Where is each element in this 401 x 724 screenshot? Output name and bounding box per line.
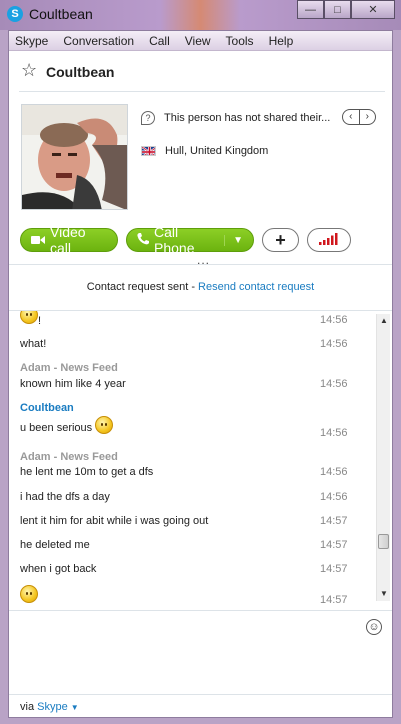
- video-call-button[interactable]: Video call: [20, 224, 118, 256]
- message-input[interactable]: ☺: [9, 610, 392, 693]
- plus-icon: +: [275, 230, 286, 250]
- next-button[interactable]: ›: [360, 110, 376, 124]
- chat-message: what!: [20, 338, 47, 350]
- contact-name: Coultbean: [46, 64, 115, 80]
- menu-view[interactable]: View: [185, 34, 211, 48]
- call-phone-button[interactable]: Call Phone ▼: [126, 224, 254, 256]
- emoticon-picker-icon[interactable]: ☺: [366, 619, 382, 635]
- menu-skype[interactable]: Skype: [15, 34, 48, 48]
- message-time: 14:56: [320, 338, 348, 350]
- chat-message: he lent me 10m to get a dfs: [20, 466, 154, 478]
- menu-bar: Skype Conversation Call View Tools Help: [9, 31, 392, 51]
- video-camera-icon: [31, 233, 45, 248]
- sad-emoji-icon: [20, 585, 38, 603]
- menu-tools[interactable]: Tools: [226, 34, 254, 48]
- chat-message: u been serious: [20, 416, 114, 437]
- minimize-button[interactable]: —: [297, 0, 324, 19]
- resend-request-link[interactable]: Resend contact request: [198, 281, 314, 293]
- star-icon[interactable]: ☆: [21, 60, 37, 81]
- window-title: Coultbean: [29, 6, 93, 22]
- message-time: 14:56: [320, 427, 348, 439]
- mood-message-row: ? This person has not shared their...: [141, 111, 330, 125]
- via-footer: via Skype ▼: [9, 694, 392, 718]
- previous-button[interactable]: ‹: [343, 110, 360, 124]
- neutral-emoji-icon: [95, 416, 114, 434]
- message-time: 14:56: [320, 378, 348, 390]
- skype-icon: S: [7, 6, 23, 22]
- location-row: Hull, United Kingdom: [141, 145, 268, 157]
- avatar[interactable]: [21, 104, 128, 210]
- video-call-label: Video call: [50, 224, 86, 256]
- message-time: 14:57: [320, 563, 348, 575]
- request-text: Contact request sent -: [86, 281, 199, 293]
- message-time: 14:57: [320, 594, 348, 606]
- chat-message: when i got back: [20, 563, 97, 575]
- call-actions: Video call Call Phone ▼ +: [20, 224, 359, 256]
- message-time: 14:57: [320, 539, 348, 551]
- message-time: 14:57: [320, 515, 348, 527]
- message-time: 14:56: [320, 491, 348, 503]
- message-time: 14:56: [320, 314, 348, 326]
- divider: [19, 91, 385, 92]
- scroll-down-icon[interactable]: ▼: [377, 587, 391, 601]
- call-quality-button[interactable]: [307, 228, 351, 252]
- chat-message: !: [20, 311, 41, 330]
- mood-message: This person has not shared their...: [164, 112, 331, 124]
- window-controls: — □ ✕: [297, 0, 395, 20]
- menu-call[interactable]: Call: [149, 34, 170, 48]
- conversation-window: Skype Conversation Call View Tools Help …: [8, 30, 393, 718]
- contact-request-notice: Contact request sent - Resend contact re…: [9, 281, 392, 293]
- signal-bars-icon: [319, 232, 339, 248]
- via-label: via: [20, 701, 38, 713]
- chat-message: [20, 585, 38, 603]
- smiley-emoji-icon: [20, 311, 38, 324]
- message-sender: Adam - News Feed: [20, 362, 118, 374]
- message-sender: Adam - News Feed: [20, 451, 118, 463]
- conversation-header: ☆ Coultbean: [9, 52, 392, 92]
- chat-history[interactable]: ! 14:56 what! 14:56 Adam - News Feed kno…: [9, 311, 392, 609]
- chevron-down-icon[interactable]: ▼: [71, 703, 79, 712]
- message-sender: Coultbean: [20, 402, 74, 414]
- chat-message: known him like 4 year: [20, 378, 126, 390]
- maximize-button[interactable]: □: [324, 0, 351, 19]
- close-button[interactable]: ✕: [351, 0, 395, 19]
- scroll-up-icon[interactable]: ▲: [377, 314, 391, 328]
- via-skype-link[interactable]: Skype: [37, 701, 68, 713]
- chat-scrollbar[interactable]: ▲ ▼: [376, 314, 390, 601]
- location-text: Hull, United Kingdom: [165, 145, 269, 157]
- menu-conversation[interactable]: Conversation: [63, 34, 134, 48]
- mood-pager: ‹ ›: [342, 109, 376, 125]
- phone-icon: [137, 232, 149, 248]
- chat-message: i had the dfs a day: [20, 491, 110, 503]
- menu-help[interactable]: Help: [269, 34, 294, 48]
- divider: [9, 264, 392, 265]
- uk-flag-icon: [141, 146, 156, 156]
- title-bar: S Coultbean — □ ✕: [0, 0, 401, 30]
- add-button[interactable]: +: [262, 228, 299, 252]
- call-phone-label: Call Phone: [154, 224, 195, 256]
- scroll-thumb[interactable]: [378, 534, 389, 549]
- speech-bubble-icon: ?: [141, 111, 155, 125]
- chat-message: lent it him for abit while i was going o…: [20, 515, 209, 527]
- chat-message: he deleted me: [20, 539, 90, 551]
- chevron-down-icon[interactable]: ▼: [224, 234, 243, 246]
- message-time: 14:56: [320, 466, 348, 478]
